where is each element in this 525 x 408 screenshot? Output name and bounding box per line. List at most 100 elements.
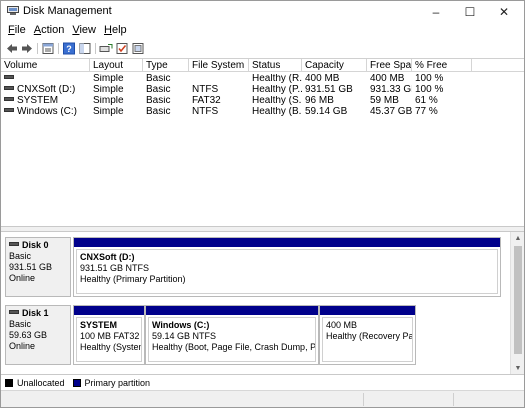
partition-info: Windows (C:) 59.14 GB NTFS Healthy (Boot… bbox=[148, 317, 316, 362]
details-icon[interactable] bbox=[132, 42, 144, 55]
volume-icon bbox=[4, 97, 14, 101]
cell-layout: Simple bbox=[93, 74, 124, 84]
menu-view[interactable]: View bbox=[69, 22, 101, 40]
partition-detail: 59.14 GB NTFS bbox=[152, 331, 217, 341]
cell-type: Basic bbox=[146, 85, 171, 95]
close-button[interactable]: ✕ bbox=[487, 1, 521, 22]
volume-icon bbox=[4, 86, 14, 90]
cell-percent-free: 61 % bbox=[415, 96, 438, 106]
volume-row[interactable]: Simple Basic Healthy (R... 400 MB 400 MB… bbox=[1, 74, 524, 84]
legend-label: Primary partition bbox=[84, 377, 151, 388]
cell-free-space: 59 MB bbox=[370, 96, 399, 106]
disk-label[interactable]: Disk 0 Basic 931.51 GB Online bbox=[5, 237, 71, 297]
menu-action[interactable]: Action bbox=[31, 22, 70, 40]
disk-size: 931.51 GB bbox=[9, 262, 53, 272]
menu-help-accel: H bbox=[104, 24, 112, 36]
help-icon[interactable]: ? bbox=[63, 42, 75, 55]
scroll-down-icon[interactable]: ▼ bbox=[511, 362, 525, 374]
check-icon[interactable] bbox=[116, 42, 128, 55]
disk-label[interactable]: Disk 1 Basic 59.63 GB Online bbox=[5, 305, 71, 365]
column-volume[interactable]: Volume bbox=[1, 59, 90, 72]
back-arrow-icon[interactable] bbox=[6, 42, 18, 55]
column-layout[interactable]: Layout bbox=[90, 59, 143, 72]
disk-state: Online bbox=[9, 273, 36, 283]
column-percent-free[interactable]: % Free bbox=[412, 59, 472, 72]
menu-file-accel: F bbox=[8, 24, 15, 36]
cell-percent-free: 77 % bbox=[415, 107, 438, 117]
scroll-thumb[interactable] bbox=[514, 246, 522, 354]
forward-arrow-icon[interactable] bbox=[21, 42, 33, 55]
status-separator bbox=[453, 393, 454, 406]
cell-volume: Windows (C:) bbox=[1, 107, 90, 117]
volume-icon bbox=[4, 108, 14, 112]
column-file-system[interactable]: File System bbox=[189, 59, 249, 72]
partition[interactable]: Windows (C:) 59.14 GB NTFS Healthy (Boot… bbox=[145, 305, 319, 365]
volume-row[interactable]: SYSTEM Simple Basic FAT32 Healthy (S... … bbox=[1, 96, 524, 106]
disk-size: 59.63 GB bbox=[9, 330, 48, 340]
cell-percent-free: 100 % bbox=[415, 74, 444, 84]
console-tree-icon[interactable] bbox=[79, 42, 91, 55]
status-bar bbox=[1, 390, 524, 407]
cell-file-system bbox=[189, 74, 249, 84]
minimize-icon: – bbox=[432, 4, 440, 19]
partition-detail: 931.51 GB NTFS bbox=[80, 263, 150, 273]
volume-icon bbox=[4, 75, 14, 79]
menu-action-accel: A bbox=[33, 24, 42, 36]
partition-name: CNXSoft (D:) bbox=[80, 252, 135, 262]
cell-status: Healthy (S... bbox=[252, 96, 302, 106]
legend-primary-partition: Primary partition bbox=[72, 377, 151, 388]
partition[interactable]: CNXSoft (D:) 931.51 GB NTFS Healthy (Pri… bbox=[73, 237, 501, 297]
minimize-button[interactable]: – bbox=[419, 1, 453, 22]
properties-icon[interactable] bbox=[42, 42, 54, 55]
partition-detail: 400 MB bbox=[326, 320, 358, 330]
cell-capacity: 96 MB bbox=[305, 96, 334, 106]
cell-capacity: 400 MB bbox=[305, 74, 340, 84]
graphical-view-scrollbar[interactable]: ▲ ▼ bbox=[510, 232, 524, 374]
maximize-button[interactable]: ☐ bbox=[453, 1, 487, 22]
menu-view-label: iew bbox=[79, 24, 96, 36]
volume-name: Windows (C:) bbox=[17, 107, 78, 117]
cell-file-system: FAT32 bbox=[192, 96, 221, 106]
disk-state: Online bbox=[9, 341, 36, 351]
cell-status: Healthy (B... bbox=[252, 107, 302, 117]
column-free-space[interactable]: Free Spa... bbox=[367, 59, 412, 72]
partition[interactable]: 400 MB Healthy (Recovery Parti bbox=[319, 305, 416, 365]
partition-bar bbox=[146, 306, 318, 315]
volume-row[interactable]: Windows (C:) Simple Basic NTFS Healthy (… bbox=[1, 107, 524, 117]
menu-file[interactable]: File bbox=[5, 22, 31, 40]
disk-type: Basic bbox=[9, 319, 32, 329]
cell-free-space: 400 MB bbox=[370, 74, 405, 84]
rescan-icon[interactable] bbox=[99, 42, 113, 55]
cell-capacity: 931.51 GB bbox=[305, 85, 353, 95]
partition-name: Windows (C:) bbox=[152, 320, 210, 330]
volume-name: SYSTEM bbox=[17, 96, 59, 106]
menu-help[interactable]: Help bbox=[101, 22, 132, 40]
cell-layout: Simple bbox=[93, 107, 124, 117]
column-capacity[interactable]: Capacity bbox=[302, 59, 367, 72]
menu-action-label: ction bbox=[41, 24, 65, 36]
partition[interactable]: SYSTEM 100 MB FAT32 Healthy (System, bbox=[73, 305, 145, 365]
scroll-up-icon[interactable]: ▲ bbox=[511, 232, 525, 244]
menu-file-label: ile bbox=[14, 24, 26, 36]
menu-bar: File Action View Help bbox=[1, 22, 524, 40]
toolbar: ? bbox=[1, 40, 524, 58]
cell-free-space: 45.37 GB bbox=[370, 107, 412, 117]
column-status[interactable]: Status bbox=[249, 59, 302, 72]
cell-volume: CNXSoft (D:) bbox=[1, 85, 90, 95]
cell-volume: SYSTEM bbox=[1, 96, 90, 106]
cell-percent-free: 100 % bbox=[415, 85, 444, 95]
close-icon: ✕ bbox=[498, 4, 510, 19]
cell-status: Healthy (P... bbox=[252, 85, 302, 95]
disk-row: Disk 1 Basic 59.63 GB Online SYSTEM 100 … bbox=[5, 305, 501, 365]
cell-file-system: NTFS bbox=[192, 85, 219, 95]
volume-row[interactable]: CNXSoft (D:) Simple Basic NTFS Healthy (… bbox=[1, 85, 524, 95]
partition-info: 400 MB Healthy (Recovery Parti bbox=[322, 317, 413, 362]
column-type[interactable]: Type bbox=[143, 59, 189, 72]
partition-name: SYSTEM bbox=[80, 320, 118, 330]
cell-file-system: NTFS bbox=[192, 107, 219, 117]
volume-list: Volume Layout Type File System Status Ca… bbox=[1, 58, 524, 226]
cell-volume bbox=[1, 74, 90, 84]
menu-help-label: elp bbox=[111, 24, 127, 36]
unallocated-swatch bbox=[5, 378, 13, 387]
partition-detail: 100 MB FAT32 bbox=[80, 331, 140, 341]
